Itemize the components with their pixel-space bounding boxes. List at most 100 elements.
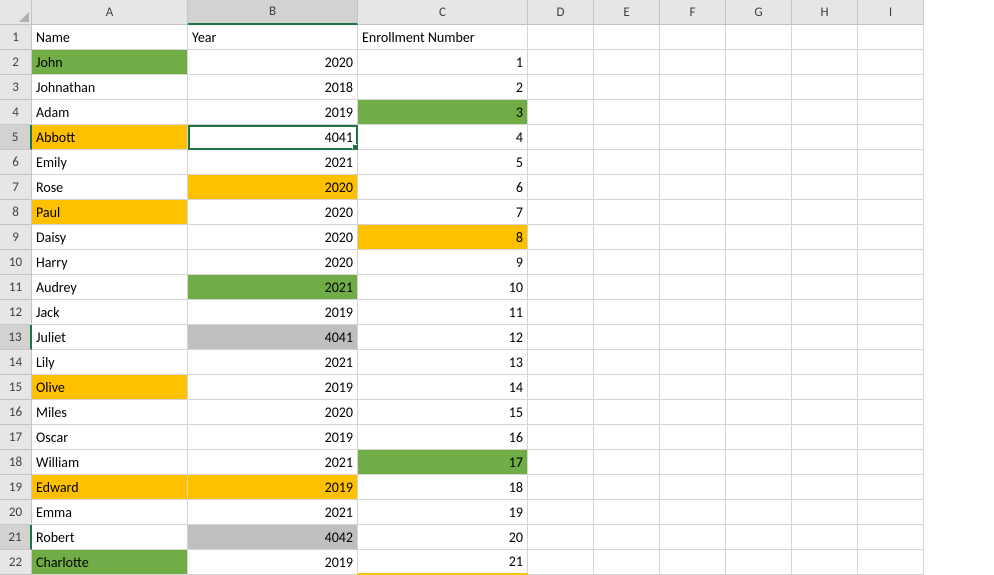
cell-E21[interactable] bbox=[594, 525, 660, 550]
cell-F9[interactable] bbox=[660, 225, 726, 250]
cell-H8[interactable] bbox=[792, 200, 858, 225]
cell-C18[interactable]: 17 bbox=[358, 450, 528, 475]
cell-C2[interactable]: 1 bbox=[358, 50, 528, 75]
row-header-15[interactable]: 15 bbox=[0, 375, 32, 400]
cell-E15[interactable] bbox=[594, 375, 660, 400]
col-header-C[interactable]: C bbox=[358, 0, 528, 25]
row-header-14[interactable]: 14 bbox=[0, 350, 32, 375]
cell-F19[interactable] bbox=[660, 475, 726, 500]
cell-H14[interactable] bbox=[792, 350, 858, 375]
cell-H18[interactable] bbox=[792, 450, 858, 475]
cell-B21[interactable]: 4042 bbox=[188, 525, 358, 550]
cell-A15[interactable]: Olive bbox=[32, 375, 188, 400]
cell-B10[interactable]: 2020 bbox=[188, 250, 358, 275]
cell-F14[interactable] bbox=[660, 350, 726, 375]
cell-H19[interactable] bbox=[792, 475, 858, 500]
row-header-5[interactable]: 5 bbox=[0, 125, 32, 150]
row-header-4[interactable]: 4 bbox=[0, 100, 32, 125]
cell-B7[interactable]: 2020 bbox=[188, 175, 358, 200]
cell-E16[interactable] bbox=[594, 400, 660, 425]
cell-F18[interactable] bbox=[660, 450, 726, 475]
cell-B11[interactable]: 2021 bbox=[188, 275, 358, 300]
cell-B9[interactable]: 2020 bbox=[188, 225, 358, 250]
cell-E7[interactable] bbox=[594, 175, 660, 200]
cell-I2[interactable] bbox=[858, 50, 924, 75]
row-header-8[interactable]: 8 bbox=[0, 200, 32, 225]
cell-G19[interactable] bbox=[726, 475, 792, 500]
cell-G14[interactable] bbox=[726, 350, 792, 375]
cell-C14[interactable]: 13 bbox=[358, 350, 528, 375]
cell-F6[interactable] bbox=[660, 150, 726, 175]
cell-E6[interactable] bbox=[594, 150, 660, 175]
cell-F17[interactable] bbox=[660, 425, 726, 450]
cell-F4[interactable] bbox=[660, 100, 726, 125]
cell-F21[interactable] bbox=[660, 525, 726, 550]
cell-B2[interactable]: 2020 bbox=[188, 50, 358, 75]
row-header-6[interactable]: 6 bbox=[0, 150, 32, 175]
cell-A11[interactable]: Audrey bbox=[32, 275, 188, 300]
cell-C20[interactable]: 19 bbox=[358, 500, 528, 525]
cell-C6[interactable]: 5 bbox=[358, 150, 528, 175]
cell-H15[interactable] bbox=[792, 375, 858, 400]
cell-H4[interactable] bbox=[792, 100, 858, 125]
cell-H17[interactable] bbox=[792, 425, 858, 450]
cell-A14[interactable]: Lily bbox=[32, 350, 188, 375]
cell-C5[interactable]: 4 bbox=[358, 125, 528, 150]
cell-I21[interactable] bbox=[858, 525, 924, 550]
cell-D17[interactable] bbox=[528, 425, 594, 450]
cell-I17[interactable] bbox=[858, 425, 924, 450]
cell-G2[interactable] bbox=[726, 50, 792, 75]
cell-D21[interactable] bbox=[528, 525, 594, 550]
row-header-18[interactable]: 18 bbox=[0, 450, 32, 475]
cell-I7[interactable] bbox=[858, 175, 924, 200]
cell-A1[interactable]: Name bbox=[32, 25, 188, 50]
select-all-corner[interactable] bbox=[0, 0, 32, 25]
cell-C8[interactable]: 7 bbox=[358, 200, 528, 225]
cell-I6[interactable] bbox=[858, 150, 924, 175]
cell-I14[interactable] bbox=[858, 350, 924, 375]
cell-E8[interactable] bbox=[594, 200, 660, 225]
cell-E5[interactable] bbox=[594, 125, 660, 150]
cell-F7[interactable] bbox=[660, 175, 726, 200]
cell-E18[interactable] bbox=[594, 450, 660, 475]
cell-G6[interactable] bbox=[726, 150, 792, 175]
cell-D1[interactable] bbox=[528, 25, 594, 50]
cell-F20[interactable] bbox=[660, 500, 726, 525]
cell-H20[interactable] bbox=[792, 500, 858, 525]
cell-E14[interactable] bbox=[594, 350, 660, 375]
cell-I1[interactable] bbox=[858, 25, 924, 50]
cell-B12[interactable]: 2019 bbox=[188, 300, 358, 325]
cell-C7[interactable]: 6 bbox=[358, 175, 528, 200]
cell-D9[interactable] bbox=[528, 225, 594, 250]
cell-G12[interactable] bbox=[726, 300, 792, 325]
cell-F16[interactable] bbox=[660, 400, 726, 425]
cell-H13[interactable] bbox=[792, 325, 858, 350]
cell-G9[interactable] bbox=[726, 225, 792, 250]
spreadsheet-grid[interactable]: ABCDEFGHI1NameYearEnrollment Number2John… bbox=[0, 0, 994, 575]
cell-I4[interactable] bbox=[858, 100, 924, 125]
cell-C13[interactable]: 12 bbox=[358, 325, 528, 350]
cell-G7[interactable] bbox=[726, 175, 792, 200]
cell-E12[interactable] bbox=[594, 300, 660, 325]
cell-E4[interactable] bbox=[594, 100, 660, 125]
cell-E2[interactable] bbox=[594, 50, 660, 75]
cell-I5[interactable] bbox=[858, 125, 924, 150]
cell-H1[interactable] bbox=[792, 25, 858, 50]
cell-I12[interactable] bbox=[858, 300, 924, 325]
cell-D14[interactable] bbox=[528, 350, 594, 375]
cell-D15[interactable] bbox=[528, 375, 594, 400]
cell-A16[interactable]: Miles bbox=[32, 400, 188, 425]
cell-B3[interactable]: 2018 bbox=[188, 75, 358, 100]
cell-D4[interactable] bbox=[528, 100, 594, 125]
cell-I3[interactable] bbox=[858, 75, 924, 100]
cell-G4[interactable] bbox=[726, 100, 792, 125]
row-header-17[interactable]: 17 bbox=[0, 425, 32, 450]
cell-I8[interactable] bbox=[858, 200, 924, 225]
cell-A2[interactable]: John bbox=[32, 50, 188, 75]
cell-F13[interactable] bbox=[660, 325, 726, 350]
cell-G21[interactable] bbox=[726, 525, 792, 550]
cell-A17[interactable]: Oscar bbox=[32, 425, 188, 450]
cell-A8[interactable]: Paul bbox=[32, 200, 188, 225]
row-header-11[interactable]: 11 bbox=[0, 275, 32, 300]
col-header-E[interactable]: E bbox=[594, 0, 660, 25]
